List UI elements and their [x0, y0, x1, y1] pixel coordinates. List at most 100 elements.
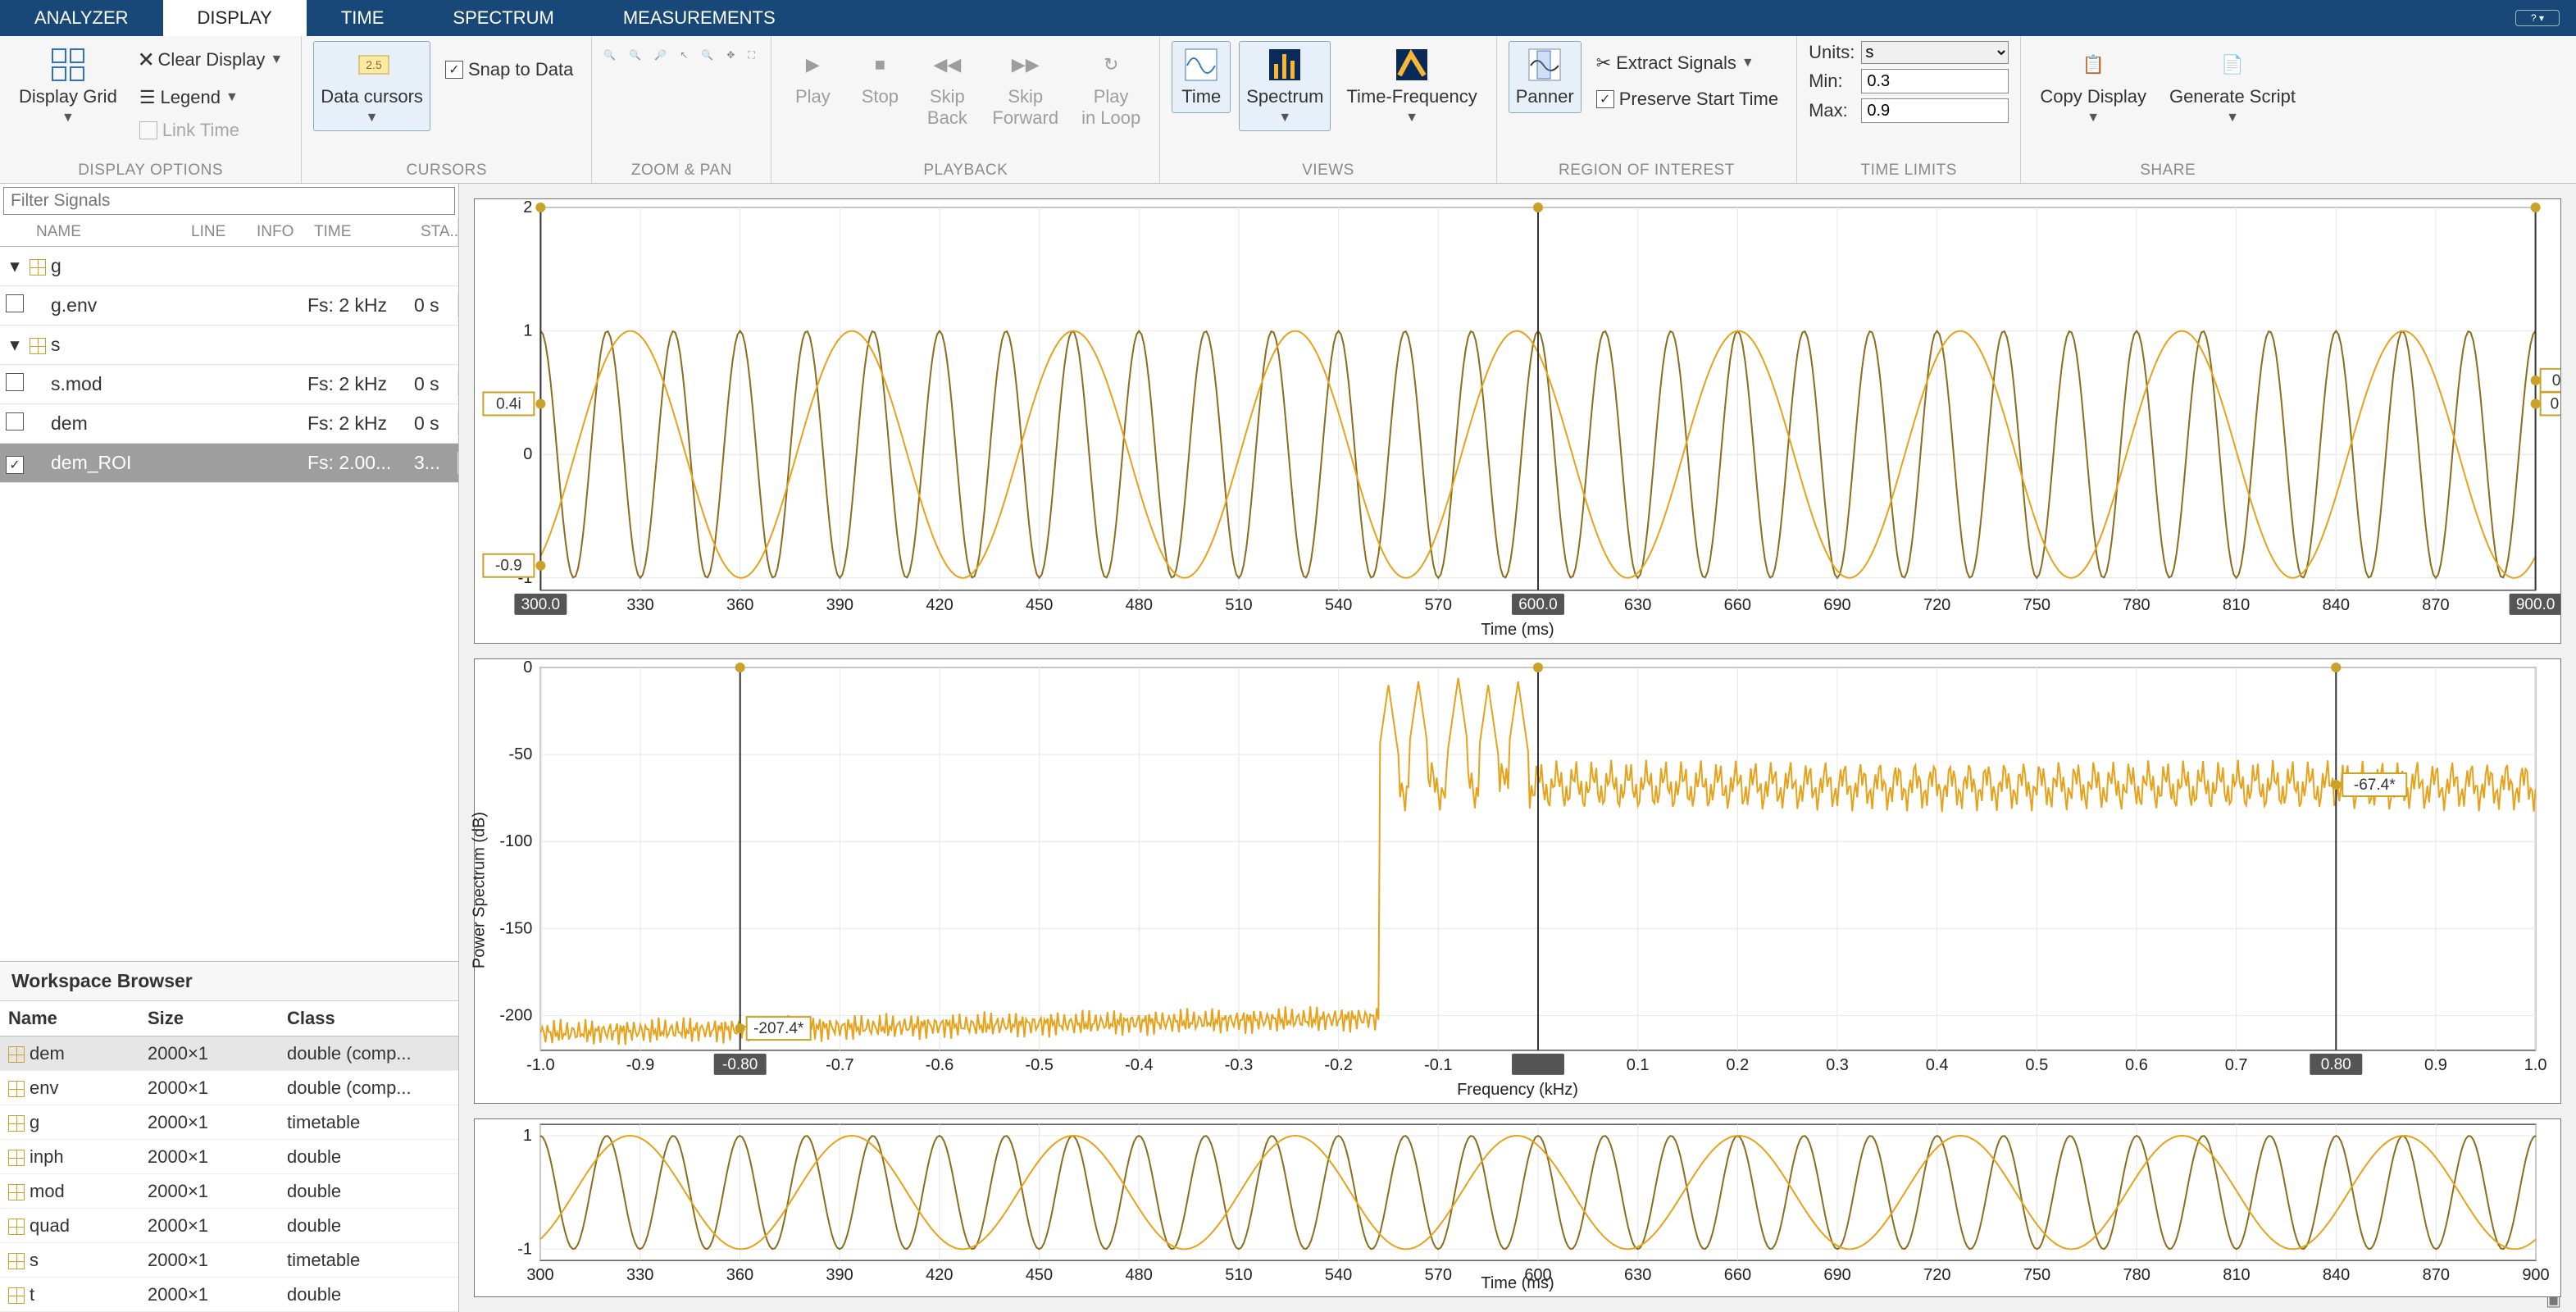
skip-forward-button[interactable]: ▶▶Skip Forward [985, 41, 1066, 134]
signal-table-body: ▾ g g.env Fs: 2 kHz 0 s▾ s s.mod Fs: 2 k… [0, 247, 458, 483]
svg-text:450: 450 [1026, 596, 1053, 614]
extract-signals-button[interactable]: ✂Extract Signals▼ [1590, 49, 1785, 77]
svg-text:810: 810 [2223, 1266, 2250, 1284]
svg-text:0: 0 [523, 659, 532, 676]
preserve-start-time-checkbox[interactable]: Preserve Start Time [1590, 85, 1785, 113]
svg-text:0: 0 [523, 445, 532, 463]
workspace-row[interactable]: mod2000×1double [0, 1174, 458, 1209]
play-icon: ▶ [794, 47, 831, 83]
play-loop-button[interactable]: ↻Play in Loop [1074, 41, 1148, 134]
svg-text:510: 510 [1225, 1266, 1252, 1284]
group-label: CURSORS [407, 162, 488, 180]
tab-time[interactable]: TIME [307, 0, 419, 36]
zoom-fit-icon[interactable]: 🔍 [701, 49, 713, 61]
max-input[interactable] [1861, 98, 2009, 123]
ws-col-size[interactable]: Size [139, 1001, 279, 1036]
svg-text:570: 570 [1425, 596, 1452, 614]
zoom-in-x-icon[interactable]: 🔍 [603, 49, 616, 61]
workspace-browser-title: Workspace Browser [0, 961, 458, 1001]
svg-text:630: 630 [1624, 1266, 1651, 1284]
signal-row[interactable]: ▾ s [0, 326, 458, 365]
min-input[interactable] [1861, 69, 2009, 93]
help-button[interactable]: ? ▾ [2515, 0, 2560, 36]
svg-text:-1: -1 [517, 1240, 532, 1258]
zoom-in-y-icon[interactable]: 🔍 [629, 49, 641, 61]
svg-text:1: 1 [523, 322, 532, 340]
signal-row[interactable]: dem Fs: 2 kHz 0 s [0, 404, 458, 444]
units-select[interactable]: s [1861, 41, 2009, 64]
workspace-row[interactable]: quad2000×1double [0, 1209, 458, 1243]
pointer-icon[interactable]: ↖ [680, 49, 688, 61]
tab-display[interactable]: DISPLAY [163, 0, 307, 36]
panner-plot[interactable]: 3003303603904204504805105405706006306606… [474, 1118, 2561, 1297]
skip-back-button[interactable]: ◀◀Skip Back [917, 41, 976, 134]
filter-signals-input[interactable] [3, 187, 455, 215]
legend-button[interactable]: ☰Legend▼ [133, 84, 289, 112]
svg-text:750: 750 [2023, 596, 2050, 614]
pan-icon[interactable]: ✥ [726, 49, 735, 61]
stop-icon: ■ [862, 47, 898, 83]
workspace-row[interactable]: s2000×1timetable [0, 1243, 458, 1278]
svg-text:0.9: 0.9 [2424, 1056, 2447, 1074]
stop-button[interactable]: ■Stop [850, 41, 909, 113]
signal-row[interactable]: dem_ROI Fs: 2.00... 3... [0, 444, 458, 483]
svg-text:1: 1 [523, 1127, 532, 1145]
svg-text:570: 570 [1425, 1266, 1452, 1284]
snap-to-data-checkbox[interactable]: Snap to Data [439, 56, 580, 84]
extract-icon: ✂ [1596, 52, 1611, 74]
spectrum-view-icon [1267, 47, 1303, 83]
display-grid-button[interactable]: Display Grid ▼ [11, 41, 125, 131]
svg-text:540: 540 [1325, 1266, 1352, 1284]
svg-text:0.1: 0.1 [1627, 1056, 1650, 1074]
signal-row[interactable]: s.mod Fs: 2 kHz 0 s [0, 365, 458, 404]
ws-col-class[interactable]: Class [279, 1001, 458, 1036]
min-label: Min: [1809, 71, 1855, 92]
zoom-out-icon[interactable]: 🔎 [654, 49, 667, 61]
script-icon: 📄 [2214, 47, 2251, 83]
tab-analyzer[interactable]: ANALYZER [0, 0, 163, 36]
workspace-row[interactable]: inph2000×1double [0, 1140, 458, 1174]
svg-text:750: 750 [2023, 1266, 2050, 1284]
signal-table-header: NAME LINE INFO TIME STA... [0, 218, 458, 247]
svg-text:-0.6: -0.6 [926, 1056, 953, 1074]
svg-text:840: 840 [2323, 1266, 2350, 1284]
copy-display-button[interactable]: 📋Copy Display▼ [2032, 41, 2154, 131]
signal-row[interactable]: ▾ g [0, 247, 458, 286]
svg-text:840: 840 [2323, 596, 2350, 614]
group-label: PLAYBACK [923, 162, 1008, 180]
zoom-xy-icon[interactable]: ⛶ [748, 49, 754, 61]
spectrum-view-button[interactable]: Spectrum▼ [1239, 41, 1331, 131]
workspace-row[interactable]: g2000×1timetable [0, 1105, 458, 1140]
time-frequency-view-button[interactable]: Time-Frequency▼ [1339, 41, 1484, 131]
generate-script-button[interactable]: 📄Generate Script▼ [2162, 41, 2303, 131]
workspace-row[interactable]: dem2000×1double (comp... [0, 1036, 458, 1071]
tab-spectrum[interactable]: SPECTRUM [418, 0, 588, 36]
play-button[interactable]: ▶Play [783, 41, 842, 113]
group-label: DISPLAY OPTIONS [78, 162, 223, 180]
svg-text:-1.0: -1.0 [526, 1056, 554, 1074]
svg-text:690: 690 [1823, 596, 1850, 614]
ws-col-name[interactable]: Name [0, 1001, 139, 1036]
data-cursors-button[interactable]: 2.5 Data cursors▼ [313, 41, 430, 131]
time-plot[interactable]: 3003303603904204504805105405706006306606… [474, 198, 2561, 644]
signal-row[interactable]: g.env Fs: 2 kHz 0 s [0, 286, 458, 326]
svg-text:-0.80: -0.80 [722, 1056, 758, 1073]
workspace-row[interactable]: env2000×1double (comp... [0, 1071, 458, 1105]
workspace-row[interactable]: t2000×1double [0, 1278, 458, 1312]
tab-measurements[interactable]: MEASUREMENTS [589, 0, 810, 36]
svg-text:1.0: 1.0 [2524, 1056, 2547, 1074]
spectrum-plot[interactable]: -1.0-0.9-0.80-0.7-0.6-0.5-0.4-0.3-0.2-0.… [474, 658, 2561, 1104]
svg-text:2.5: 2.5 [366, 58, 382, 71]
svg-text:900: 900 [2522, 1266, 2549, 1284]
svg-text:0.4: 0.4 [1926, 1056, 1949, 1074]
time-view-button[interactable]: Time [1172, 41, 1231, 113]
units-label: Units: [1809, 42, 1855, 63]
svg-text:-150: -150 [499, 919, 532, 937]
cursor-icon: 2.5 [354, 47, 390, 83]
link-time-checkbox[interactable]: Link Time [133, 116, 289, 144]
clear-display-button[interactable]: 🗙Clear Display▼ [133, 41, 289, 79]
legend-icon: ☰ [139, 87, 156, 108]
panner-button[interactable]: Panner [1509, 41, 1582, 113]
svg-text:780: 780 [2123, 1266, 2150, 1284]
svg-text:630: 630 [1624, 596, 1651, 614]
